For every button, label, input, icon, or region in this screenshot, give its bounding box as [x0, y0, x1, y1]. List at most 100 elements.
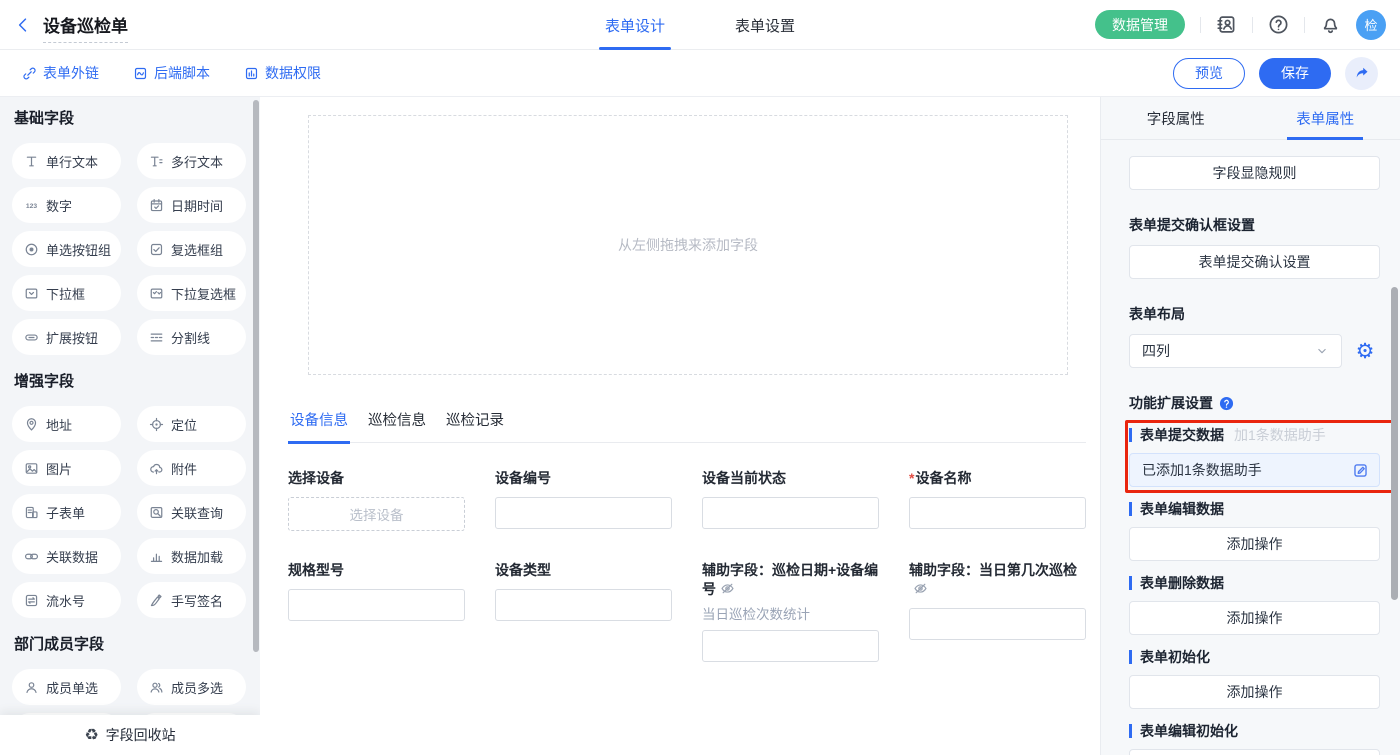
notification-bell-icon[interactable] — [1320, 14, 1341, 35]
field-pill[interactable]: 日期时间 — [137, 187, 246, 223]
field-input-placeholder[interactable]: 选择设备 — [288, 497, 465, 531]
preview-button[interactable]: 预览 — [1173, 58, 1245, 89]
extension-section: 表单初始化添加操作 — [1129, 647, 1380, 709]
question-circle-icon[interactable] — [1219, 396, 1234, 411]
extension-section: 表单编辑初始化添加操作 — [1129, 721, 1380, 755]
field-input[interactable] — [495, 589, 672, 621]
field-label: 规格型号 — [288, 561, 465, 580]
eye-off-icon[interactable] — [913, 581, 928, 596]
header-tab-1[interactable]: 表单设置 — [731, 0, 799, 50]
drag-dropzone[interactable]: 从左侧拖拽来添加字段 — [308, 115, 1068, 375]
toolbar-link[interactable]: 表单外链 — [22, 63, 99, 83]
save-button[interactable]: 保存 — [1259, 58, 1331, 89]
field-pill[interactable]: 成员单选 — [12, 669, 121, 705]
section-title: 表单初始化 — [1140, 647, 1210, 667]
field-pill[interactable]: 关联查询 — [137, 494, 246, 530]
share-icon — [1354, 65, 1370, 81]
extend-button-icon — [24, 330, 39, 345]
header-tabs: 表单设计 表单设置 — [601, 0, 799, 50]
field-pill[interactable]: 下拉框 — [12, 275, 121, 311]
field-pill[interactable]: 成员多选 — [137, 669, 246, 705]
field-pill[interactable]: 子表单 — [12, 494, 121, 530]
field-pill[interactable]: 地址 — [12, 406, 121, 442]
header-tab-0[interactable]: 表单设计 — [601, 0, 669, 50]
toolbar-link[interactable]: 数据权限 — [244, 63, 321, 83]
form-section-tab-1[interactable]: 巡检信息 — [366, 409, 428, 444]
field-pill[interactable]: 单行文本 — [12, 143, 121, 179]
field-pill[interactable]: 单选按钮组 — [12, 231, 121, 267]
field-input[interactable] — [702, 497, 879, 529]
extension-sections: 表单提交数据加1条数据助手已添加1条数据助手表单编辑数据添加操作表单删除数据添加… — [1129, 425, 1380, 755]
svg-text:123: 123 — [26, 203, 38, 210]
single-text-icon — [24, 154, 39, 169]
form-section-tabs: 设备信息巡检信息巡检记录 — [288, 409, 1086, 443]
data-assistant-added-button[interactable]: 已添加1条数据助手 — [1129, 453, 1380, 487]
properties-tab-1[interactable]: 表单属性 — [1251, 97, 1400, 139]
field-input[interactable] — [288, 589, 465, 621]
field-palette-sidebar: 基础字段单行文本多行文本 123数字日期时间单选按钮组复选框组下拉框下拉复选框扩展… — [0, 97, 260, 755]
toolbar-right: 预览 保存 — [1173, 57, 1378, 90]
field-pill[interactable]: 分割线 — [137, 319, 246, 355]
contacts-icon[interactable] — [1216, 14, 1237, 35]
field-pill[interactable]: 定位 — [137, 406, 246, 442]
field-input[interactable] — [495, 497, 672, 529]
add-action-button[interactable]: 添加操作 — [1129, 527, 1380, 561]
back-icon[interactable] — [14, 16, 32, 34]
field-pill[interactable]: 关联数据 — [12, 538, 121, 574]
serial-icon — [24, 593, 39, 608]
data-load-icon — [149, 549, 164, 564]
sidebar-scrollbar[interactable] — [253, 100, 259, 652]
data-manage-button[interactable]: 数据管理 — [1095, 10, 1185, 39]
eye-off-icon[interactable] — [720, 581, 735, 596]
share-button[interactable] — [1345, 57, 1378, 90]
add-action-button[interactable]: 添加操作 — [1129, 675, 1380, 709]
field-pill[interactable]: 图片 — [12, 450, 121, 486]
divider — [1200, 17, 1201, 33]
add-action-button[interactable]: 添加操作 — [1129, 601, 1380, 635]
field-recycle-bin-button[interactable]: ♻ 字段回收站 — [0, 715, 260, 755]
field-pill[interactable]: 附件 — [137, 450, 246, 486]
toolbar-link[interactable]: 后端脚本 — [133, 63, 210, 83]
extension-section-highlighted: 表单提交数据加1条数据助手已添加1条数据助手 — [1129, 425, 1380, 487]
form-field: 设备当前状态 — [702, 469, 879, 529]
recycle-label: 字段回收站 — [106, 725, 176, 745]
panel-scrollbar[interactable] — [1391, 287, 1398, 600]
form-field: 辅助字段：巡检日期+设备编号当日巡检次数统计 — [702, 561, 879, 662]
field-pill[interactable]: 复选框组 — [137, 231, 246, 267]
layout-gear-button[interactable]: ⚙ — [1350, 334, 1380, 368]
add-action-button[interactable]: 添加操作 — [1129, 749, 1380, 755]
field-pill[interactable]: 流水号 — [12, 582, 121, 618]
submit-confirm-setting-button[interactable]: 表单提交确认设置 — [1129, 245, 1380, 279]
field-input[interactable] — [909, 608, 1086, 640]
member-multi-icon — [149, 680, 164, 695]
field-pill[interactable]: 扩展按钮 — [12, 319, 121, 355]
field-group: 增强字段地址定位图片附件子表单关联查询关联数据数据加载流水号手写签名 — [12, 372, 246, 618]
form-section-tab-0[interactable]: 设备信息 — [288, 409, 350, 444]
header-left: 设备巡检单 — [14, 12, 128, 38]
field-pill-label: 定位 — [171, 415, 197, 434]
field-pill[interactable]: 下拉复选框 — [137, 275, 246, 311]
form-title[interactable]: 设备巡检单 — [43, 12, 128, 43]
field-visibility-rule-button[interactable]: 字段显隐规则 — [1129, 156, 1380, 190]
field-pill[interactable]: 手写签名 — [137, 582, 246, 618]
layout-select[interactable]: 四列 — [1129, 334, 1342, 368]
field-pill-label: 分割线 — [171, 328, 210, 347]
user-avatar[interactable]: 检 — [1356, 10, 1386, 40]
field-input[interactable] — [702, 630, 879, 662]
section-title: 表单提交数据 — [1140, 425, 1224, 445]
field-input[interactable] — [909, 497, 1086, 529]
gear-icon: ⚙ — [1356, 341, 1375, 362]
field-pill-label: 地址 — [46, 415, 72, 434]
properties-tab-0[interactable]: 字段属性 — [1101, 97, 1251, 139]
form-designer-app: 设备巡检单 表单设计 表单设置 数据管理 检 表单外链 后端脚本 数据权限 预览 保存… — [0, 0, 1400, 755]
field-pill-label: 附件 — [171, 459, 197, 478]
field-pill[interactable]: 多行文本 — [137, 143, 246, 179]
field-groups: 基础字段单行文本多行文本 123数字日期时间单选按钮组复选框组下拉框下拉复选框扩展… — [12, 109, 246, 749]
field-group-title: 基础字段 — [14, 109, 244, 129]
datetime-icon — [149, 198, 164, 213]
field-pill[interactable]: 数据加载 — [137, 538, 246, 574]
help-icon[interactable] — [1268, 14, 1289, 35]
address-icon — [24, 417, 39, 432]
form-section-tab-2[interactable]: 巡检记录 — [444, 409, 506, 444]
field-pill[interactable]: 123数字 — [12, 187, 121, 223]
